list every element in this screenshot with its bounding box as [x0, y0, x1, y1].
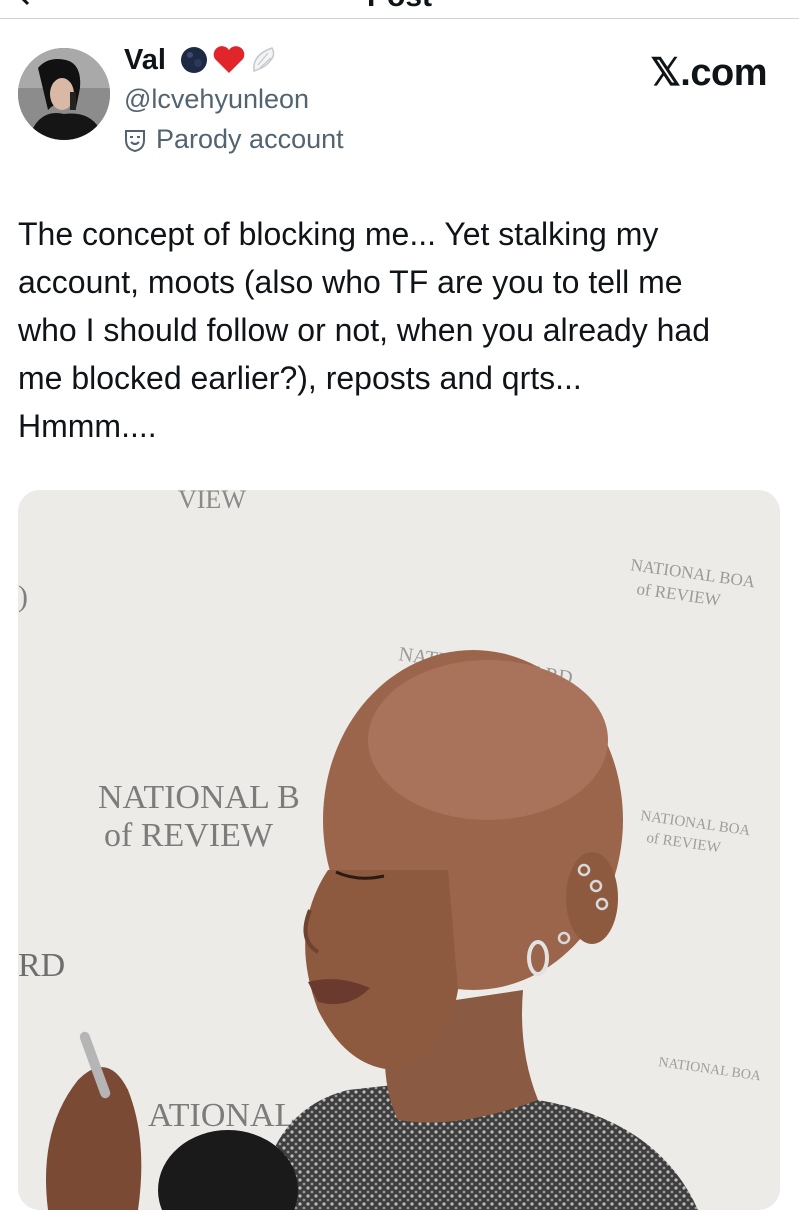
- divider: [0, 18, 799, 19]
- media-photo: VIEW NATIONAL BOA of REVIEW NATIONAL BOA…: [18, 490, 780, 1210]
- parody-mask-icon: [125, 129, 145, 152]
- backdrop-text: VIEW: [178, 490, 246, 514]
- post-media[interactable]: VIEW NATIONAL BOA of REVIEW NATIONAL BOA…: [18, 490, 780, 1210]
- post-line: who I should follow or not, when you alr…: [18, 312, 710, 348]
- author-name[interactable]: Val: [124, 44, 166, 77]
- backdrop-text: NATIONAL B: [98, 779, 300, 816]
- x-brand-watermark: 𝕏.com: [650, 52, 767, 94]
- wing-icon: [253, 47, 275, 73]
- top-bar: Post: [0, 0, 799, 14]
- post-text: The concept of blocking me... Yet stalki…: [18, 210, 778, 450]
- backdrop-text: ATIONAL: [148, 1097, 295, 1134]
- page-title: Post: [0, 0, 799, 14]
- author-handle[interactable]: @lcvehyunleon: [124, 84, 309, 115]
- avatar-image: [18, 48, 110, 140]
- moon-icon: [181, 47, 207, 73]
- heart-icon: [213, 46, 245, 73]
- post-line: me blocked earlier?), reposts and qrts..…: [18, 360, 582, 396]
- backdrop-text: RD: [18, 947, 65, 984]
- parody-label: Parody account: [124, 124, 344, 155]
- post-line: The concept of blocking me... Yet stalki…: [18, 216, 659, 252]
- backdrop-text: of REVIEW: [104, 817, 274, 854]
- backdrop-text: ): [18, 580, 28, 613]
- avatar[interactable]: [18, 48, 110, 140]
- post-line: account, moots (also who TF are you to t…: [18, 264, 683, 300]
- name-badges: [180, 45, 278, 75]
- parody-label-text: Parody account: [156, 124, 344, 154]
- post-line: Hmmm....: [18, 408, 157, 444]
